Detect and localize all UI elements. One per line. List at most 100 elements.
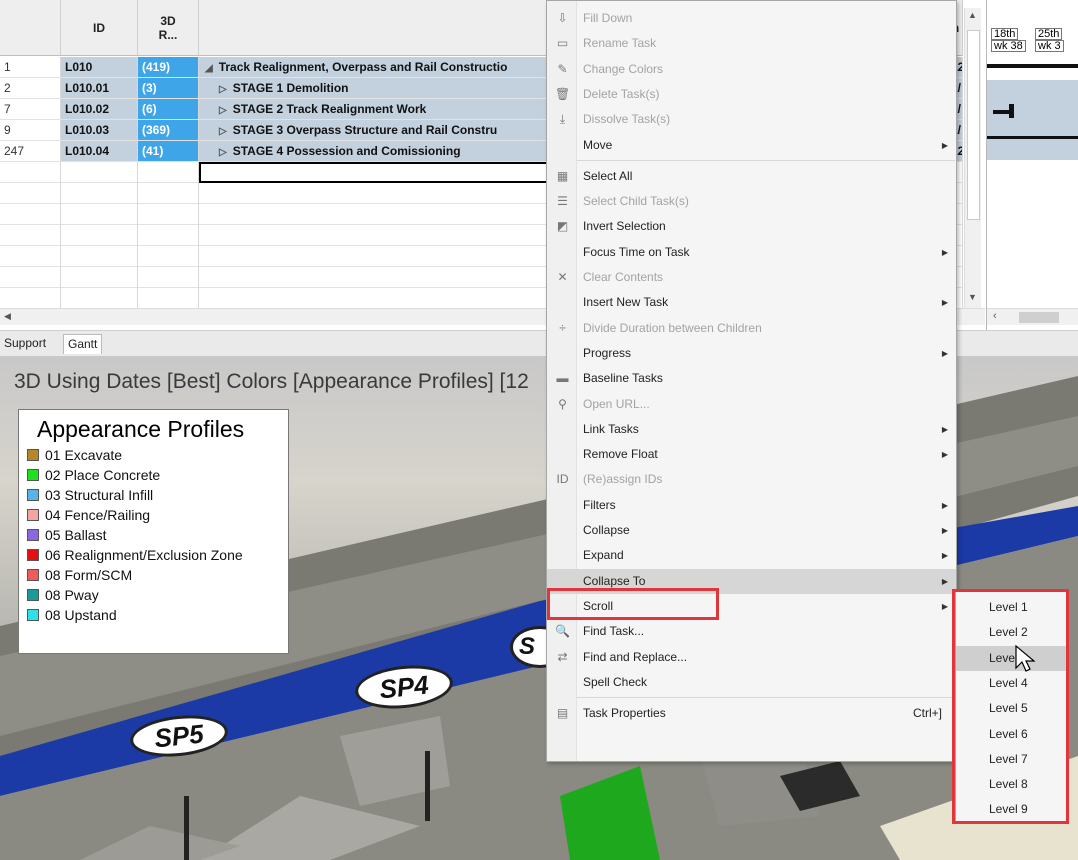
menu-item-baseline-tasks[interactable]: ▬ Baseline Tasks — [547, 366, 956, 391]
invert-selection-icon: ◩ — [556, 219, 569, 234]
scroll-down-arrow-icon[interactable]: ▼ — [968, 292, 977, 302]
menu-item-find-task[interactable]: 🔍 Find Task... — [547, 619, 956, 644]
gantt-selected-rows-band — [987, 80, 1078, 160]
row-number-cell[interactable] — [0, 225, 61, 246]
id-cell[interactable] — [61, 162, 138, 183]
expander-icon[interactable]: ◢ — [205, 63, 213, 74]
menu-item-label: Find Task... — [583, 624, 645, 639]
row-number-cell[interactable]: 2 — [0, 78, 61, 99]
menu-item-task-properties[interactable]: ▤ Task Properties Ctrl+] — [547, 701, 956, 726]
3d-resources-cell[interactable]: (419) — [138, 57, 199, 78]
scroll-left-arrow-icon[interactable]: ◀ — [4, 311, 11, 322]
menu-item-dissolve-task-s[interactable]: ⤓ Dissolve Task(s) — [547, 107, 956, 132]
expander-icon[interactable]: ▷ — [219, 126, 227, 137]
menu-item-remove-float[interactable]: Remove Float ▶ — [547, 442, 956, 467]
3d-resources-column-header[interactable]: 3D R... — [138, 0, 199, 56]
menu-item-label: Divide Duration between Children — [583, 320, 762, 335]
menu-item-clear-contents[interactable]: ✕ Clear Contents — [547, 265, 956, 290]
fill-down-icon: ⇩ — [557, 11, 568, 25]
3d-resources-cell[interactable] — [138, 246, 199, 267]
id-cell[interactable]: L010.01 — [61, 78, 138, 99]
legend-label: 08 Pway — [45, 587, 99, 603]
menu-item-filters[interactable]: Filters ▶ — [547, 493, 956, 518]
menu-item-insert-new-task[interactable]: Insert New Task ▶ — [547, 290, 956, 315]
menu-item-move[interactable]: Move ▶ — [547, 133, 956, 158]
row-number-cell[interactable] — [0, 288, 61, 309]
legend-swatch — [27, 549, 39, 561]
task-name: STAGE 4 Possession and Comissioning — [232, 144, 461, 158]
legend-swatch — [27, 469, 39, 481]
menu-item-open-url[interactable]: ⚲ Open URL... — [547, 392, 956, 417]
3d-resources-cell[interactable]: (3) — [138, 78, 199, 99]
3d-resources-cell[interactable] — [138, 183, 199, 204]
menu-item-rename-task[interactable]: ▭ Rename Task — [547, 31, 956, 56]
id-cell[interactable] — [61, 267, 138, 288]
context-menu: ⇩ Fill Down ▭ Rename Task ✎ Change Colors 🗑 Del… — [546, 0, 957, 762]
row-number-cell[interactable]: 1 — [0, 57, 61, 78]
grid-scroll-thumb[interactable] — [967, 30, 980, 220]
gantt-horizontal-scrollbar[interactable]: ‹ — [987, 308, 1078, 325]
submenu-arrow-icon: ▶ — [941, 140, 948, 150]
id-cell[interactable] — [61, 204, 138, 225]
gantt-summary-bar[interactable] — [987, 64, 1078, 68]
expander-icon[interactable]: ▷ — [219, 84, 227, 95]
gantt-scroll-thumb[interactable] — [1019, 312, 1059, 323]
gantt-week2-date: 25th — [1035, 28, 1063, 40]
row-number-cell[interactable] — [0, 246, 61, 267]
row-number-cell[interactable]: 247 — [0, 141, 61, 162]
grid-vertical-scrollbar[interactable]: ▲ ▼ — [964, 8, 981, 308]
row-number-cell[interactable] — [0, 162, 61, 183]
menu-item-expand[interactable]: Expand ▶ — [547, 543, 956, 568]
menu-item-delete-task-s[interactable]: 🗑 Delete Task(s) — [547, 82, 956, 107]
id-cell[interactable] — [61, 183, 138, 204]
menu-item-select-all[interactable]: ▦ Select All — [547, 164, 956, 189]
3d-resources-cell[interactable]: (369) — [138, 120, 199, 141]
3d-resources-cell[interactable] — [138, 162, 199, 183]
tab-support[interactable]: Support — [0, 334, 50, 354]
id-cell[interactable] — [61, 246, 138, 267]
3d-resources-cell[interactable] — [138, 288, 199, 309]
expander-icon[interactable]: ▷ — [219, 147, 227, 158]
legend-item: 05 Ballast — [27, 525, 288, 545]
tab-gantt[interactable]: Gantt — [63, 334, 103, 354]
menu-item-collapse[interactable]: Collapse ▶ — [547, 518, 956, 543]
id-cell[interactable] — [61, 225, 138, 246]
legend-label: 01 Excavate — [45, 447, 123, 463]
3d-resources-cell[interactable]: (6) — [138, 99, 199, 120]
expander-icon[interactable]: ▷ — [219, 105, 227, 116]
id-cell[interactable]: L010 — [61, 57, 138, 78]
row-number-cell[interactable]: 9 — [0, 120, 61, 141]
gantt-scroll-left-icon[interactable]: ‹ — [993, 310, 997, 322]
row-number-cell[interactable]: 7 — [0, 99, 61, 120]
menu-item-focus-time-on-task[interactable]: Focus Time on Task ▶ — [547, 240, 956, 265]
id-column-header[interactable]: ID — [61, 0, 138, 56]
task-properties-icon: ▤ — [556, 706, 569, 721]
3d-resources-cell[interactable] — [138, 204, 199, 225]
menu-item-invert-selection[interactable]: ◩ Invert Selection — [547, 214, 956, 239]
menu-item-link-tasks[interactable]: Link Tasks ▶ — [547, 417, 956, 442]
gantt-task-bar-end[interactable] — [1009, 104, 1014, 118]
id-cell[interactable] — [61, 288, 138, 309]
highlight-box-submenu — [952, 589, 1069, 824]
menu-item-fill-down[interactable]: ⇩ Fill Down — [547, 6, 956, 31]
menu-item-label: Collapse — [583, 523, 630, 537]
divide-duration-between-children-icon: ÷ — [559, 320, 566, 335]
row-number-cell[interactable] — [0, 183, 61, 204]
menu-item-divide-duration-between-children[interactable]: ÷ Divide Duration between Children — [547, 316, 956, 341]
menu-item-progress[interactable]: Progress ▶ — [547, 341, 956, 366]
3d-resources-cell[interactable] — [138, 267, 199, 288]
menu-item-spell-check[interactable]: Spell Check — [547, 670, 956, 695]
menu-item-re-assign-ids[interactable]: ID (Re)assign IDs — [547, 467, 956, 492]
row-number-cell[interactable] — [0, 267, 61, 288]
menu-item-find-and-replace[interactable]: ⇄ Find and Replace... — [547, 645, 956, 670]
scroll-up-arrow-icon[interactable]: ▲ — [968, 10, 977, 20]
row-number-cell[interactable] — [0, 204, 61, 225]
id-cell[interactable]: L010.02 — [61, 99, 138, 120]
3d-resources-cell[interactable]: (41) — [138, 141, 199, 162]
menu-item-change-colors[interactable]: ✎ Change Colors — [547, 57, 956, 82]
id-cell[interactable]: L010.04 — [61, 141, 138, 162]
menu-item-select-child-task-s[interactable]: ☰ Select Child Task(s) — [547, 189, 956, 214]
id-cell[interactable]: L010.03 — [61, 120, 138, 141]
gantt-summary-bar-2[interactable] — [987, 136, 1078, 139]
3d-resources-cell[interactable] — [138, 225, 199, 246]
